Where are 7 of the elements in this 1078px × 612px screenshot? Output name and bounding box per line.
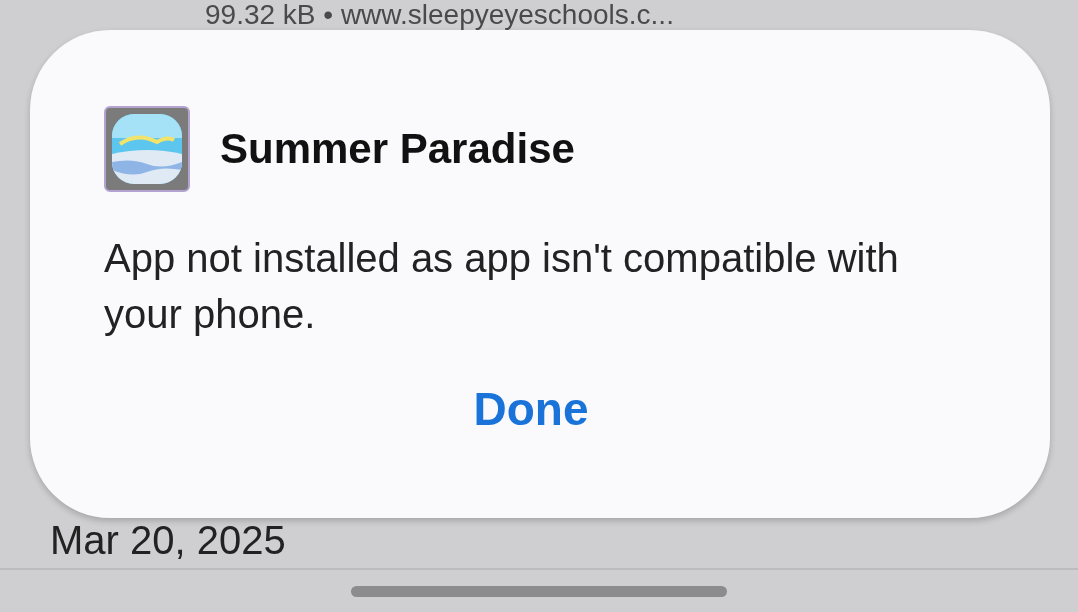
- app-icon: [104, 106, 190, 192]
- file-info-text: 99.32 kB • www.sleepyeyeschools.c...: [205, 0, 674, 30]
- error-message: App not installed as app isn't compatible with your phone.: [104, 235, 900, 338]
- done-button[interactable]: Done: [461, 378, 601, 440]
- home-indicator[interactable]: [351, 585, 727, 597]
- date-text: Mar 20, 2025: [50, 518, 287, 564]
- app-name: Summer Paradise: [220, 125, 575, 173]
